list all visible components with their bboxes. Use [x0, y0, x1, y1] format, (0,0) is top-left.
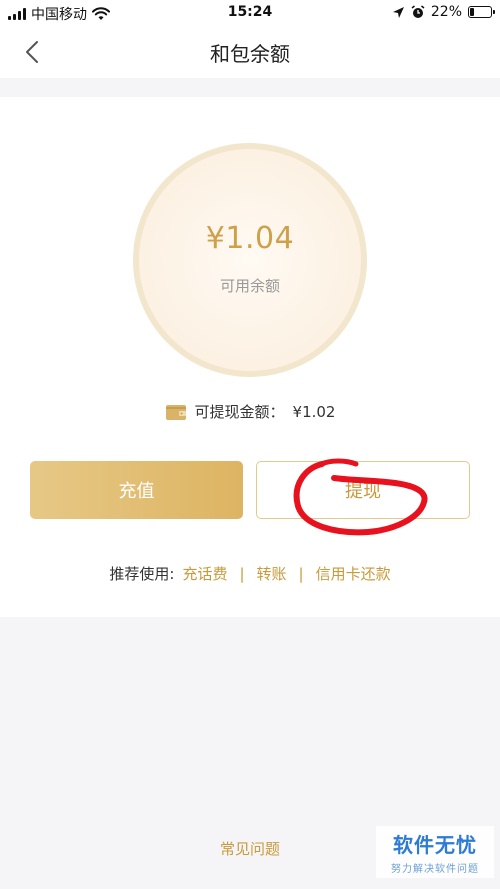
withdraw-button[interactable]: 提现: [256, 461, 470, 519]
watermark-sub: 努力解决软件问题: [391, 864, 479, 875]
watermark-main: 软件无忧: [393, 833, 477, 857]
wallet-icon: [165, 404, 186, 420]
battery-icon: [468, 6, 495, 18]
recommend-link-transfer[interactable]: 转账: [257, 563, 287, 584]
status-right: 22%: [392, 4, 495, 20]
withdrawable-amount: ¥1.02: [292, 402, 336, 421]
location-arrow-icon: [392, 6, 404, 18]
recommend-link-credit-card[interactable]: 信用卡还款: [316, 563, 391, 584]
balance-amount: ¥1.04: [205, 221, 295, 256]
recharge-button[interactable]: 充值: [30, 461, 243, 519]
balance-label: 可用余额: [219, 277, 280, 295]
recommend-link-phone-recharge[interactable]: 充话费: [182, 563, 227, 584]
withdrawable-row: 可提现金额： ¥1.02: [0, 401, 500, 422]
alarm-clock-icon: [411, 5, 425, 18]
balance-card: ¥1.04 可用余额 可提现金额： ¥1.02 充值 提现 推荐使用: 充话费 …: [0, 97, 500, 617]
recommend-row: 推荐使用: 充话费 | 转账 | 信用卡还款: [0, 563, 500, 584]
balance-circle: ¥1.04 可用余额: [133, 143, 367, 377]
withdrawable-label: 可提现金额：: [194, 403, 285, 421]
recommend-separator: |: [298, 564, 304, 583]
battery-percent: 22%: [430, 4, 462, 20]
status-bar: 中国移动 15:24 22%: [0, 0, 500, 26]
recommend-separator: |: [239, 564, 245, 583]
watermark: 软件无忧 努力解决软件问题: [376, 826, 494, 878]
recommend-label: 推荐使用:: [109, 565, 175, 583]
page-title: 和包余额: [210, 42, 290, 66]
battery-fill: [470, 8, 475, 16]
nav-bar: 和包余额: [0, 26, 500, 78]
